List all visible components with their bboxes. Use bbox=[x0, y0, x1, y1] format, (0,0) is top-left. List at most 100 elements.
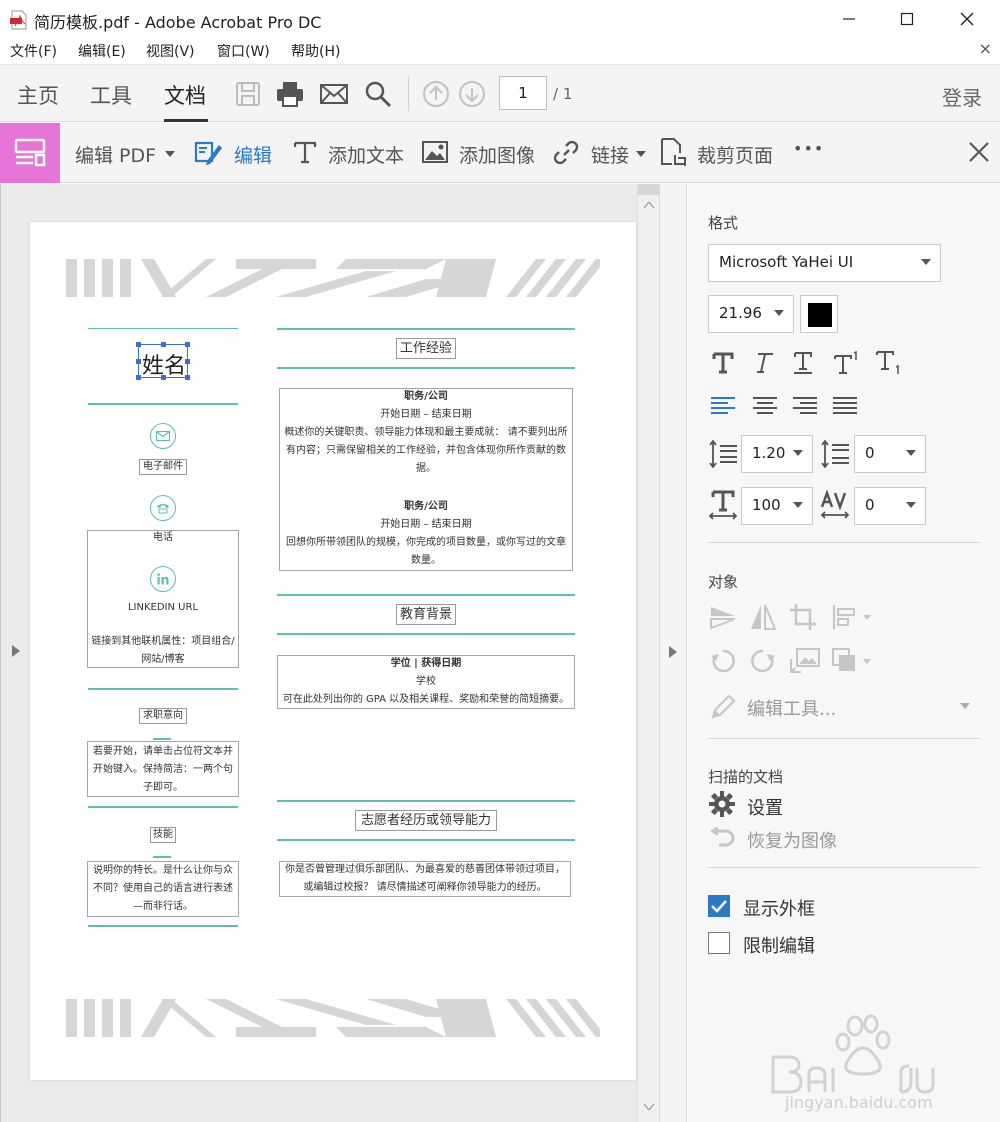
email-label[interactable]: 电子邮件 bbox=[139, 459, 187, 475]
job2-desc-1[interactable]: 回想你所带领团队的规模，你完成的项目数量，或你写过的文章 bbox=[279, 534, 573, 552]
menu-edit[interactable]: 编辑(E) bbox=[78, 41, 126, 61]
resize-handle[interactable] bbox=[136, 375, 141, 380]
align-center-button[interactable] bbox=[752, 394, 778, 418]
work-experience-title[interactable]: 工作经验 bbox=[396, 338, 456, 359]
add-image-button[interactable]: 添加图像 bbox=[459, 141, 535, 168]
restrict-editing-label[interactable]: 限制编辑 bbox=[743, 932, 815, 958]
volunteer-title[interactable]: 志愿者经历或领导能力 bbox=[355, 810, 497, 831]
vol-desc-1[interactable]: 你是否曾管理过俱乐部团队、为最喜爱的慈善团体带领过项目， bbox=[279, 861, 571, 879]
crop-icon-wrap[interactable] bbox=[658, 137, 688, 167]
linkedin-label[interactable]: LINKEDIN URL bbox=[87, 599, 239, 617]
job2-desc-2[interactable]: 数量。 bbox=[279, 552, 573, 570]
menu-file[interactable]: 文件(F) bbox=[10, 41, 57, 61]
edu-school[interactable]: 学校 bbox=[277, 673, 575, 691]
menu-view[interactable]: 视图(V) bbox=[146, 41, 195, 61]
edit-tool-dropdown[interactable]: 编辑工具... bbox=[747, 695, 836, 721]
job1-desc-3[interactable]: 据。 bbox=[279, 460, 573, 478]
subscript-button[interactable] bbox=[874, 350, 904, 376]
expand-left-pane-icon[interactable] bbox=[12, 645, 20, 657]
arrange-objects-button[interactable] bbox=[830, 646, 874, 676]
selected-text-frame[interactable]: 姓名 bbox=[136, 342, 190, 380]
search-button[interactable] bbox=[362, 78, 394, 110]
add-text-button[interactable]: 添加文本 bbox=[328, 141, 404, 168]
minimize-button[interactable] bbox=[826, 0, 872, 38]
bold-button[interactable] bbox=[710, 350, 736, 376]
align-objects-button[interactable] bbox=[830, 602, 874, 632]
align-right-button[interactable] bbox=[792, 394, 818, 418]
resize-handle[interactable] bbox=[185, 375, 190, 380]
skills-line-3[interactable]: —而非行话。 bbox=[87, 898, 239, 916]
panel-splitter[interactable] bbox=[659, 184, 687, 1122]
add-image-icon-wrap[interactable] bbox=[420, 137, 450, 167]
justify-button[interactable] bbox=[832, 394, 858, 418]
menu-window[interactable]: 窗口(W) bbox=[217, 41, 270, 61]
print-button[interactable] bbox=[274, 78, 306, 110]
skills-line-2[interactable]: 不同？使用自己的语言进行表述 bbox=[87, 880, 239, 898]
add-text-icon-wrap[interactable] bbox=[290, 137, 320, 167]
skills-line-1[interactable]: 说明你的特长。是什么让你与众 bbox=[87, 862, 239, 880]
skills-title[interactable]: 技能 bbox=[150, 827, 176, 843]
resize-handle[interactable] bbox=[185, 359, 190, 364]
close-tool-button[interactable] bbox=[964, 137, 994, 167]
rotate-ccw-button[interactable] bbox=[708, 646, 738, 676]
horizontal-scale-select[interactable]: 100 bbox=[741, 487, 813, 525]
objective-title[interactable]: 求职意向 bbox=[139, 708, 187, 724]
menu-help[interactable]: 帮助(H) bbox=[291, 41, 340, 61]
resize-handle[interactable] bbox=[161, 342, 166, 347]
font-family-select[interactable]: Microsoft YaHei UI bbox=[708, 244, 941, 282]
vol-desc-2[interactable]: 或编辑过校报？ 请尽情描述可阐释你领导能力的经历。 bbox=[279, 879, 571, 897]
edit-tool-icon-wrap[interactable] bbox=[193, 137, 223, 167]
close-window-button[interactable] bbox=[944, 0, 990, 38]
job2-dates[interactable]: 开始日期 – 结束日期 bbox=[279, 516, 573, 534]
education-title[interactable]: 教育背景 bbox=[396, 604, 456, 625]
vertical-scrollbar[interactable] bbox=[637, 184, 660, 1122]
edu-degree[interactable]: 学位 | 获得日期 bbox=[277, 655, 575, 673]
font-size-select[interactable]: 21.96 bbox=[708, 295, 794, 333]
italic-button[interactable] bbox=[750, 350, 776, 376]
flip-vertical-button[interactable] bbox=[708, 602, 738, 632]
show-bounding-box-label[interactable]: 显示外框 bbox=[743, 895, 815, 921]
rotate-cw-button[interactable] bbox=[748, 646, 778, 676]
resize-handle[interactable] bbox=[161, 375, 166, 380]
edit-button[interactable]: 编辑 bbox=[234, 141, 272, 168]
resize-handle[interactable] bbox=[136, 342, 141, 347]
settings-button[interactable]: 设置 bbox=[747, 794, 783, 820]
edit-pdf-dropdown[interactable]: 编辑 PDF bbox=[75, 141, 156, 168]
line-spacing-select[interactable]: 1.20 bbox=[741, 435, 813, 473]
next-page-button[interactable] bbox=[456, 78, 488, 110]
scroll-up-arrow-icon[interactable] bbox=[644, 202, 654, 208]
tab-tools[interactable]: 工具 bbox=[90, 80, 132, 110]
links-line-2[interactable]: 网站/博客 bbox=[87, 651, 239, 669]
paragraph-spacing-select[interactable]: 0 bbox=[854, 435, 926, 473]
edu-desc[interactable]: 可在此处列出你的 GPA 以及相关课程、奖励和荣誉的简短摘要。 bbox=[277, 691, 575, 709]
links-line-1[interactable]: 链接到其他联机属性：项目组合/ bbox=[87, 633, 239, 651]
flip-horizontal-button[interactable] bbox=[748, 602, 778, 632]
more-options-button[interactable]: ••• bbox=[793, 139, 824, 158]
job1-desc-1[interactable]: 概述你的关键职责、领导能力体现和最主要成就： 请不要列出所 bbox=[279, 424, 573, 442]
job1-title[interactable]: 职务/公司 bbox=[279, 388, 573, 406]
link-icon-wrap[interactable] bbox=[551, 137, 581, 167]
job2-title[interactable]: 职务/公司 bbox=[279, 498, 573, 516]
text-color-picker[interactable] bbox=[800, 295, 838, 333]
job1-dates[interactable]: 开始日期 – 结束日期 bbox=[279, 406, 573, 424]
job1-desc-2[interactable]: 有内容；只需保留相关的工作经验，并包含体现你所作贡献的数 bbox=[279, 442, 573, 460]
tab-document[interactable]: 文档 bbox=[164, 80, 206, 110]
underline-button[interactable] bbox=[790, 350, 816, 376]
objective-line-3[interactable]: 子即可。 bbox=[87, 779, 239, 797]
edit-pdf-tool-badge[interactable] bbox=[0, 123, 60, 183]
login-button[interactable]: 登录 bbox=[942, 82, 982, 111]
replace-image-button[interactable] bbox=[788, 646, 822, 676]
page-number-input[interactable]: 1 bbox=[499, 76, 547, 110]
show-bounding-box-checkbox[interactable] bbox=[708, 895, 730, 917]
prev-page-button[interactable] bbox=[420, 78, 452, 110]
phone-label[interactable]: 电话 bbox=[87, 529, 239, 547]
scroll-down-arrow-icon[interactable] bbox=[644, 1104, 654, 1110]
superscript-button[interactable] bbox=[832, 350, 862, 376]
crop-object-button[interactable] bbox=[788, 602, 818, 632]
maximize-button[interactable] bbox=[884, 0, 930, 38]
close-document-button[interactable]: × bbox=[979, 39, 992, 58]
pdf-page[interactable]: 姓名 电子邮件 电话 LINKEDIN URL 链接到其他联机属性：项目组合/ … bbox=[30, 222, 636, 1080]
save-button[interactable] bbox=[232, 78, 264, 110]
crop-page-button[interactable]: 裁剪页面 bbox=[697, 141, 773, 168]
email-button[interactable] bbox=[318, 78, 350, 110]
